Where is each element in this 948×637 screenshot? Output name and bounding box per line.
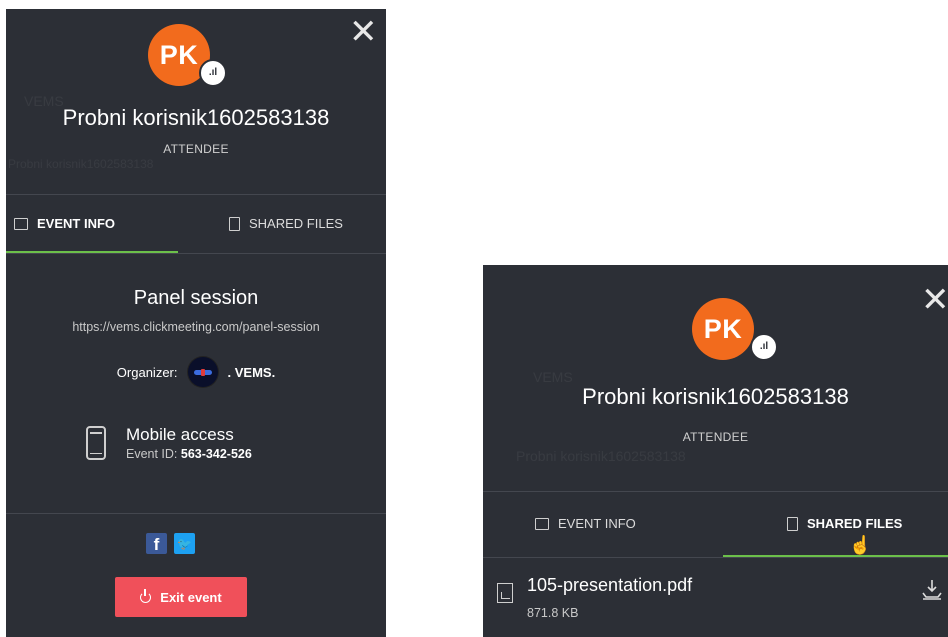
user-name: Probni korisnik1602583138 [62,105,330,130]
organizer-name: . VEMS. [227,364,276,380]
tab-label: EVENT INFO [558,516,636,531]
twitter-icon[interactable]: 🐦 [174,533,195,554]
files-icon [229,216,240,231]
event-id-label: Event ID: [126,447,178,461]
event-id: Event ID: 563-342-526 [126,447,252,461]
social-share: f 🐦 [146,533,195,554]
user-role: ATTENDEE [163,142,229,156]
event-title: Panel session [133,287,259,309]
exit-event-button[interactable]: Exit event [115,577,247,617]
signal-strength-icon: .ıl [199,59,227,87]
tab-event-info[interactable]: EVENT INFO [14,216,115,231]
event-id-value: 563-342-526 [180,447,252,461]
user-name: Probni korisnik1602583138 [582,384,849,409]
divider [483,557,948,558]
file-name: 105-presentation.pdf [527,575,693,595]
file-size: 871.8 KB [527,606,579,620]
ghost-row: Probni korisnik1602583138 [516,448,686,464]
tab-shared-files[interactable]: SHARED FILES [787,516,902,531]
file-chart-icon [497,583,513,603]
tab-label: SHARED FILES [807,516,903,531]
ghost-row: Probni korisnik1602583138 [8,157,154,171]
organizer-logo [187,357,218,387]
organizer: Organizer: . VEMS. [6,357,386,387]
download-icon[interactable] [921,579,943,601]
user-role: ATTENDEE [682,430,749,444]
organizer-label: Organizer: [116,364,178,380]
participant-panel-event-info: VEMS Probni korisnik1602583138 ✕ PK .ıl … [6,9,386,637]
avatar: PK [692,298,754,360]
info-comment-icon [535,517,549,530]
close-icon[interactable]: ✕ [921,283,948,317]
info-comment-icon [14,217,28,230]
tab-shared-files[interactable]: SHARED FILES [229,216,343,231]
shared-file-row[interactable]: 105-presentation.pdf 871.8 KB [497,575,692,620]
tab-label: SHARED FILES [249,216,343,231]
exit-label: Exit event [160,589,222,605]
event-url[interactable]: https://vems.clickmeeting.com/panel-sess… [6,320,386,334]
power-icon [140,588,152,603]
files-icon [787,516,798,531]
participant-panel-shared-files: VEMS Probni korisnik1602583138 ✕ PK .ıl … [483,265,948,637]
mobile-phone-icon [86,426,106,460]
hand-cursor-icon: ☝ [849,535,872,555]
mobile-access-title: Mobile access [126,425,234,444]
signal-strength-icon: .ıl [750,333,778,361]
divider [483,491,948,492]
tab-event-info[interactable]: EVENT INFO [535,516,636,531]
divider [6,253,386,254]
mobile-access: Mobile access Event ID: 563-342-526 [86,425,252,461]
divider [6,513,386,514]
ghost-row: VEMS [533,369,573,385]
tab-label: EVENT INFO [37,216,116,231]
close-icon[interactable]: ✕ [349,15,378,49]
divider [6,194,386,195]
facebook-icon[interactable]: f [146,533,167,554]
